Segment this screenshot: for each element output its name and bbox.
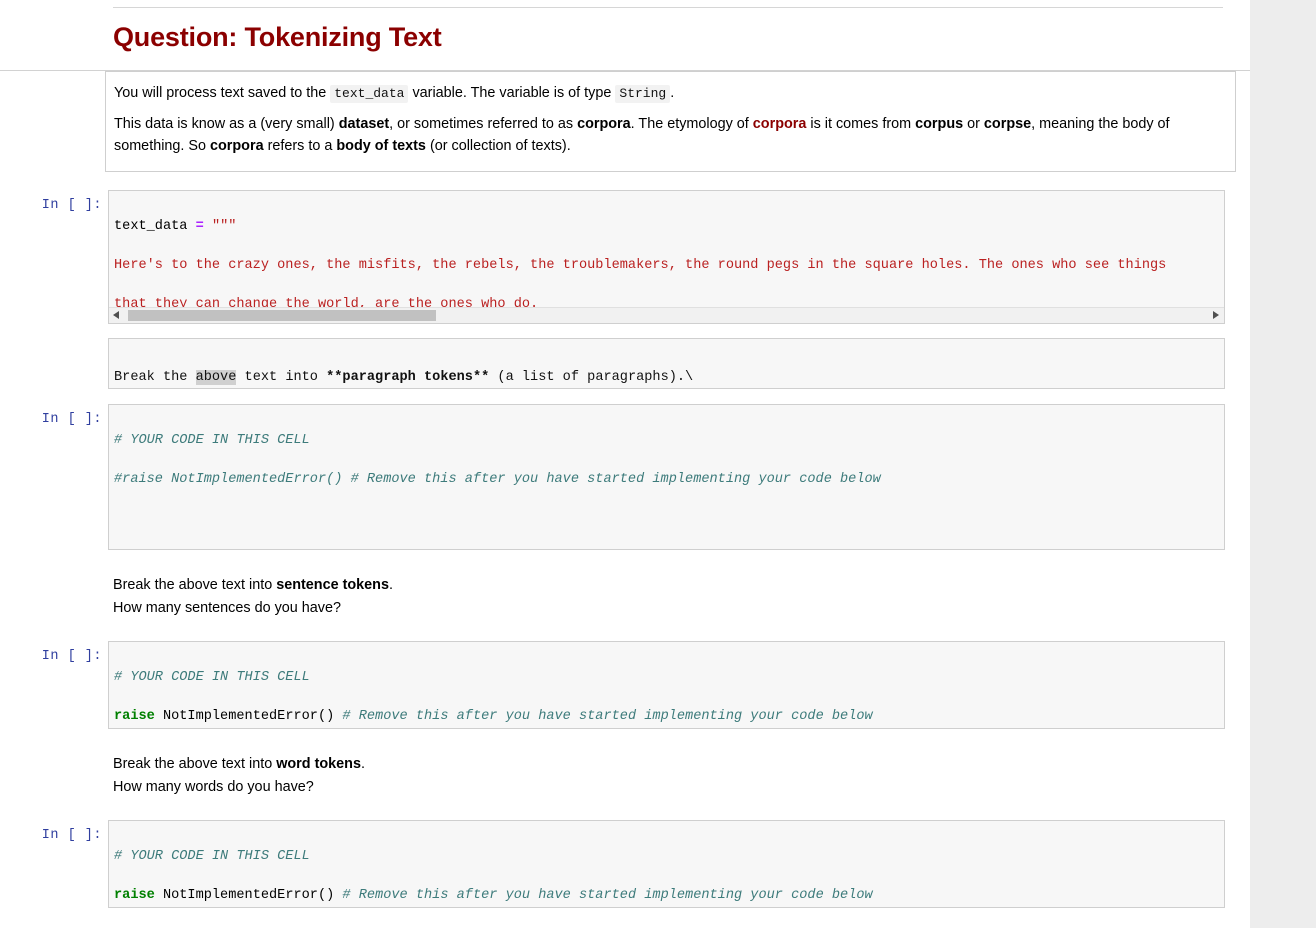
intro-p2-text3: . The etymology of [630,116,753,132]
notebook-page: Question: Tokenizing Text You will proce… [0,0,1250,928]
intro-p1-text1: You will process text saved to the [114,85,331,101]
markdown-word-line-2: How many words do you have? [113,779,314,795]
triangle-right-icon[interactable] [1213,311,1219,319]
md-sentence-text-a: Break the above text into [113,577,277,593]
markdown-source-text[interactable]: Break the above text into **paragraph to… [109,339,1224,388]
md-src-bold: **paragraph tokens** [326,370,490,385]
intro-p2-text4: is it comes from [806,116,916,132]
intro-p2-text7: refers to a [263,138,337,154]
code-comment-raise-commented: #raise NotImplementedError() # Remove th… [114,471,881,487]
markdown-cell-word-tokens[interactable]: Break the above text into word tokens. H… [113,753,1113,799]
intro-p2-text8: (or collection of texts). [425,138,571,154]
md-src-post: (a list of paragraphs).\ [489,370,694,385]
code-keyword-raise: raise [114,708,155,724]
intro-p2-text1: This data is know as a (very small) [114,116,339,132]
code-line: Here's to the crazy ones, the misfits, t… [114,256,1224,276]
md-word-text-a: Break the above text into [113,756,277,772]
scrollbar-thumb[interactable] [128,310,436,321]
code-cell-2[interactable]: # YOUR CODE IN THIS CELL #raise NotImple… [108,404,1225,550]
code-operator-equals: = [195,218,204,234]
md-src-selection: above [195,370,237,385]
code-comment-your-code-3: # YOUR CODE IN THIS CELL [114,848,310,864]
code-line: # YOUR CODE IN THIS CELL [114,668,1224,688]
intro-bold-corpora-2: corpora [752,116,807,132]
page-title: Question: Tokenizing Text [113,22,442,52]
intro-p2-text2: , or sometimes referred to as [389,116,578,132]
code-keyword-raise: raise [114,887,155,903]
markdown-cell-intro[interactable]: You will process text saved to the text_… [105,71,1236,172]
code-line: #raise NotImplementedError() # Remove th… [114,470,1224,490]
md-src-mid: text into [236,370,327,385]
code-cell-1[interactable]: text_data = """ Here's to the crazy ones… [108,190,1225,324]
md-word-text-c: . [360,756,365,772]
inline-code-string: String [615,85,671,103]
md-src-pre: Break the [114,370,196,385]
intro-p1-text3: . [670,85,675,101]
code-triple-quote-open: """ [211,218,237,234]
intro-paragraph-2: This data is know as a (very small) data… [114,113,1223,157]
code-line: text_data = """ [114,217,1224,237]
cell-prompt-2[interactable]: In [ ]: [30,412,102,427]
intro-bold-corpse: corpse [983,116,1032,132]
cell-prompt-1[interactable]: In [ ]: [30,198,102,213]
intro-bold-body-of-texts: body of texts [336,138,426,154]
code-line: raise NotImplementedError() # Remove thi… [114,707,1224,727]
markdown-cell-sentence-tokens[interactable]: Break the above text into sentence token… [113,574,1113,620]
code-cell-4-source[interactable]: # YOUR CODE IN THIS CELL raise NotImplem… [109,821,1224,907]
code-exception-notimplementederror: NotImplementedError() [154,708,335,724]
md-sentence-text-c: . [388,577,393,593]
top-divider [113,7,1223,8]
code-cell-3[interactable]: # YOUR CODE IN THIS CELL raise NotImplem… [108,641,1225,729]
intro-p1-text2: variable. The variable is of type [408,85,616,101]
md-bold-word-tokens: word tokens [276,756,361,772]
intro-paragraph-1: You will process text saved to the text_… [114,82,1223,105]
md-bold-sentence-tokens: sentence tokens [276,577,389,593]
horizontal-scrollbar[interactable] [109,307,1224,323]
code-comment-remove-this: # Remove this after you have started imp… [334,887,873,903]
markdown-sentence-line-2: How many sentences do you have? [113,600,341,616]
markdown-word-line-1: Break the above text into word tokens. [113,753,1113,776]
markdown-sentence-line-1: Break the above text into sentence token… [113,574,1113,597]
markdown-source-line-1: Break the above text into **paragraph to… [114,367,1224,388]
markdown-source-cell[interactable]: Break the above text into **paragraph to… [108,338,1225,389]
inline-code-text-data: text_data [330,85,409,103]
cell-prompt-4[interactable]: In [ ]: [30,828,102,843]
intro-bold-corpus: corpus [915,116,964,132]
code-comment-your-code-1: # YOUR CODE IN THIS CELL [114,432,310,448]
code-cell-4[interactable]: # YOUR CODE IN THIS CELL raise NotImplem… [108,820,1225,908]
intro-p2-text5: or [963,116,984,132]
code-string-line-1: Here's to the crazy ones, the misfits, t… [114,257,1167,273]
intro-bold-corpora-3: corpora [210,138,264,154]
code-cell-2-source[interactable]: # YOUR CODE IN THIS CELL #raise NotImple… [109,405,1224,550]
code-line: # YOUR CODE IN THIS CELL [114,847,1224,867]
code-line: # YOUR CODE IN THIS CELL [114,431,1224,451]
code-cell-3-source[interactable]: # YOUR CODE IN THIS CELL raise NotImplem… [109,642,1224,728]
intro-bold-dataset: dataset [338,116,390,132]
code-comment-remove-this: # Remove this after you have started imp… [334,708,873,724]
code-cell-1-source[interactable]: text_data = """ Here's to the crazy ones… [109,191,1224,323]
code-exception-notimplementederror: NotImplementedError() [154,887,335,903]
triangle-left-icon[interactable] [113,311,119,319]
intro-bold-corpora-1: corpora [577,116,631,132]
cell-prompt-3[interactable]: In [ ]: [30,649,102,664]
code-comment-your-code-2: # YOUR CODE IN THIS CELL [114,669,310,685]
code-line: raise NotImplementedError() # Remove thi… [114,886,1224,906]
code-var-text-data: text_data [114,218,188,234]
